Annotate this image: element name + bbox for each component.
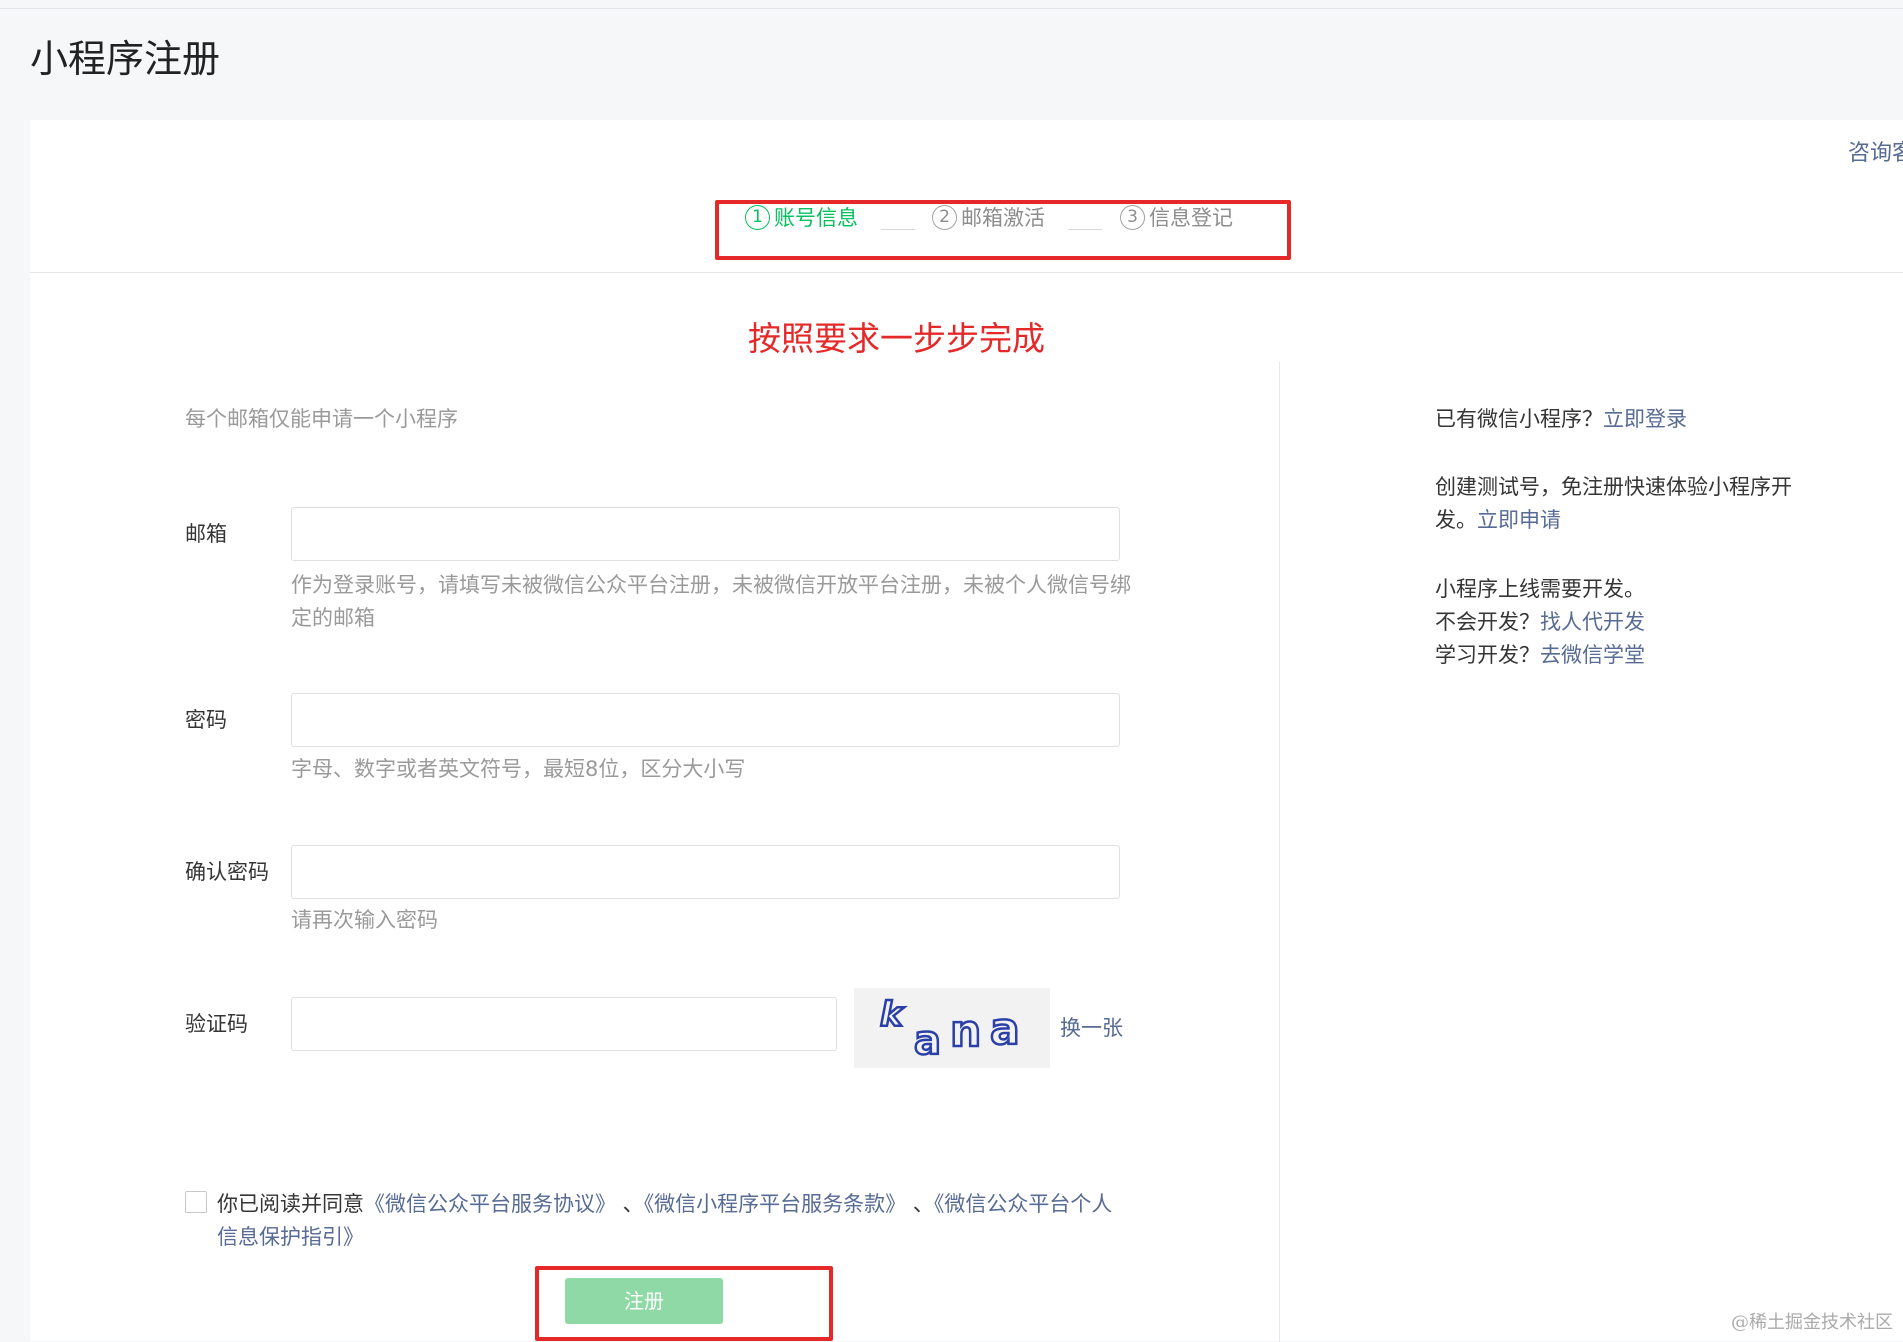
agreement-checkbox[interactable] bbox=[185, 1191, 207, 1213]
registration-card: 咨询客 1 账号信息 2 邮箱激活 3 信息登记 按照要求一步步完成 每个邮箱仅… bbox=[30, 120, 1903, 1342]
captcha-letter: a bbox=[990, 1004, 1020, 1055]
dev-info: 小程序上线需要开发。 不会开发？找人代开发 学习开发？去微信学堂 bbox=[1435, 573, 1645, 672]
dev-help-line: 不会开发？找人代开发 bbox=[1435, 606, 1645, 639]
dev-question: 不会开发？ bbox=[1435, 610, 1540, 634]
captcha-letter: k bbox=[880, 995, 905, 1035]
annotation-text: 按照要求一步步完成 bbox=[748, 319, 1045, 358]
test-account-info: 创建测试号，免注册快速体验小程序开发。立即申请 bbox=[1435, 471, 1805, 537]
login-link[interactable]: 立即登录 bbox=[1603, 407, 1687, 431]
agreement-separator: 、 bbox=[906, 1192, 934, 1216]
password-label: 密码 bbox=[185, 708, 227, 732]
login-prompt-text: 已有微信小程序？ bbox=[1435, 407, 1603, 431]
agreement-text: 你已阅读并同意《微信公众平台服务协议》 、《微信小程序平台服务条款》 、《微信公… bbox=[217, 1188, 1117, 1254]
miniprogram-terms-link[interactable]: 《微信小程序平台服务条款》 bbox=[644, 1192, 907, 1216]
captcha-image[interactable]: k a n a bbox=[854, 988, 1050, 1068]
form-notice: 每个邮箱仅能申请一个小程序 bbox=[185, 407, 458, 431]
annotation-box-register bbox=[535, 1266, 833, 1341]
find-developer-link[interactable]: 找人代开发 bbox=[1540, 610, 1645, 634]
email-field[interactable] bbox=[291, 507, 1120, 561]
service-agreement-link[interactable]: 《微信公众平台服务协议》 bbox=[364, 1192, 616, 1216]
captcha-label: 验证码 bbox=[185, 1012, 248, 1036]
password-hint: 字母、数字或者英文符号，最短8位，区分大小写 bbox=[291, 757, 746, 781]
learn-question: 学习开发？ bbox=[1435, 643, 1540, 667]
email-label: 邮箱 bbox=[185, 522, 227, 546]
learn-dev-line: 学习开发？去微信学堂 bbox=[1435, 639, 1645, 672]
page-title: 小程序注册 bbox=[30, 37, 221, 81]
wechat-academy-link[interactable]: 去微信学堂 bbox=[1540, 643, 1645, 667]
password-field[interactable] bbox=[291, 693, 1120, 747]
steps-divider bbox=[30, 272, 1903, 273]
annotation-box-steps bbox=[715, 200, 1291, 260]
watermark: @稀土掘金技术社区 bbox=[1731, 1312, 1893, 1333]
refresh-captcha-link[interactable]: 换一张 bbox=[1060, 1012, 1123, 1042]
agreement-separator: 、 bbox=[616, 1192, 644, 1216]
login-prompt: 已有微信小程序？立即登录 bbox=[1435, 403, 1687, 436]
apply-test-link[interactable]: 立即申请 bbox=[1477, 508, 1561, 532]
captcha-letter: n bbox=[950, 1006, 981, 1057]
captcha-graphic: k a n a bbox=[879, 994, 1021, 1066]
consult-link[interactable]: 咨询客 bbox=[1848, 135, 1903, 167]
column-divider bbox=[1279, 362, 1280, 1342]
agreement-prefix: 你已阅读并同意 bbox=[217, 1192, 364, 1216]
confirm-password-field[interactable] bbox=[291, 845, 1120, 899]
confirm-password-hint: 请再次输入密码 bbox=[291, 908, 438, 932]
email-hint: 作为登录账号，请填写未被微信公众平台注册，未被微信开放平台注册，未被个人微信号绑… bbox=[291, 573, 1131, 630]
top-divider bbox=[0, 8, 1903, 9]
captcha-letter: a bbox=[914, 1018, 941, 1064]
captcha-field[interactable] bbox=[291, 997, 837, 1051]
confirm-password-label: 确认密码 bbox=[185, 860, 269, 884]
dev-text: 小程序上线需要开发。 bbox=[1435, 577, 1645, 601]
